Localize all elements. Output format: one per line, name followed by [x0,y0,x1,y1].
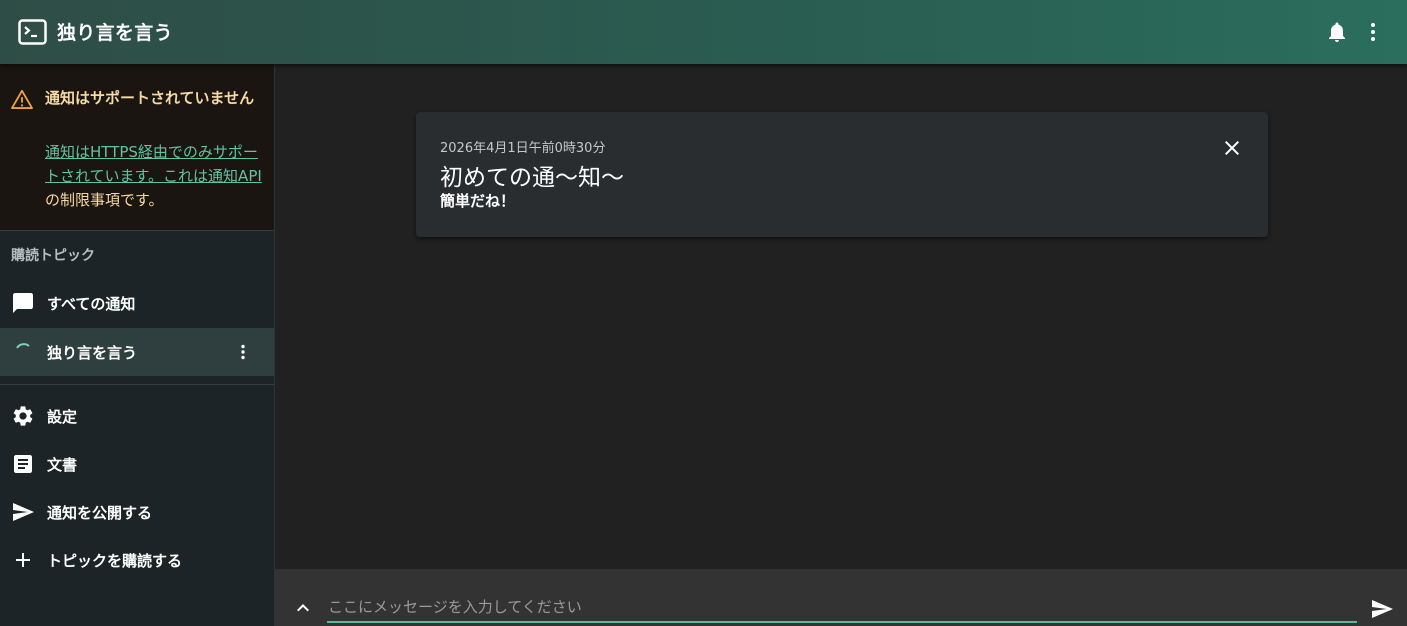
message-composer [275,569,1407,626]
sidebar-divider [0,384,274,385]
chat-icon [13,293,33,313]
sidebar-item-label: 設定 [47,407,78,426]
close-icon[interactable] [1220,136,1244,160]
document-icon [14,455,32,473]
sidebar-item-settings[interactable]: 設定 [0,392,274,440]
sidebar-item-topic[interactable]: 独り言を言う [0,328,274,376]
alert-body-suffix: の制限事項です。 [45,191,164,209]
chevron-up-icon[interactable] [291,596,315,620]
sidebar-item-label: トピックを購読する [47,551,183,570]
notification-date: 2026年4月1日午前0時30分 [440,141,606,156]
sidebar-item-publish[interactable]: 通知を公開する [0,488,274,536]
sidebar: 通知はサポートされていません 通知はHTTPS経由でのみサポートされています。こ… [0,64,275,626]
gear-icon [13,406,33,426]
app-title: 独り言を言う [57,22,173,44]
sidebar-item-label: 独り言を言う [47,343,138,362]
notification-card: 2026年4月1日午前0時30分 初めての通～知～ 簡単だね！ [416,112,1268,237]
notification-body: 簡単だね！ [440,192,516,210]
topic-more-vert-icon[interactable] [231,340,255,364]
sidebar-item-label: 文書 [47,455,78,474]
sidebar-item-subscribe[interactable]: トピックを購読する [0,536,274,584]
send-icon [13,503,34,521]
sidebar-item-label: すべての通知 [47,294,136,313]
notification-api-link[interactable]: 通知はHTTPS経由でのみサポートされています。これは通知API [45,143,262,185]
alert-body: 通知はHTTPS経由でのみサポートされています。これは通知API の制限事項です。 [45,140,265,212]
terminal-logo-icon [18,19,47,45]
subscribed-topics-header: 購読トピック [11,248,95,264]
warning-icon [11,89,33,109]
sidebar-item-all-notifications[interactable]: すべての通知 [0,279,274,327]
sidebar-item-docs[interactable]: 文書 [0,440,274,488]
sidebar-item-label: 通知を公開する [47,503,153,522]
app-bar: 独り言を言う [0,0,1407,64]
notification-unsupported-alert: 通知はサポートされていません 通知はHTTPS経由でのみサポートされています。こ… [0,64,274,231]
bell-icon[interactable] [1325,20,1349,44]
plus-icon [16,553,30,567]
notification-title: 初めての通～知～ [440,165,624,191]
send-button-icon[interactable] [1369,597,1395,621]
loading-spinner-icon [16,343,30,349]
message-input[interactable] [327,593,1357,623]
alert-title: 通知はサポートされていません [45,89,255,107]
more-vert-icon[interactable] [1361,20,1385,44]
